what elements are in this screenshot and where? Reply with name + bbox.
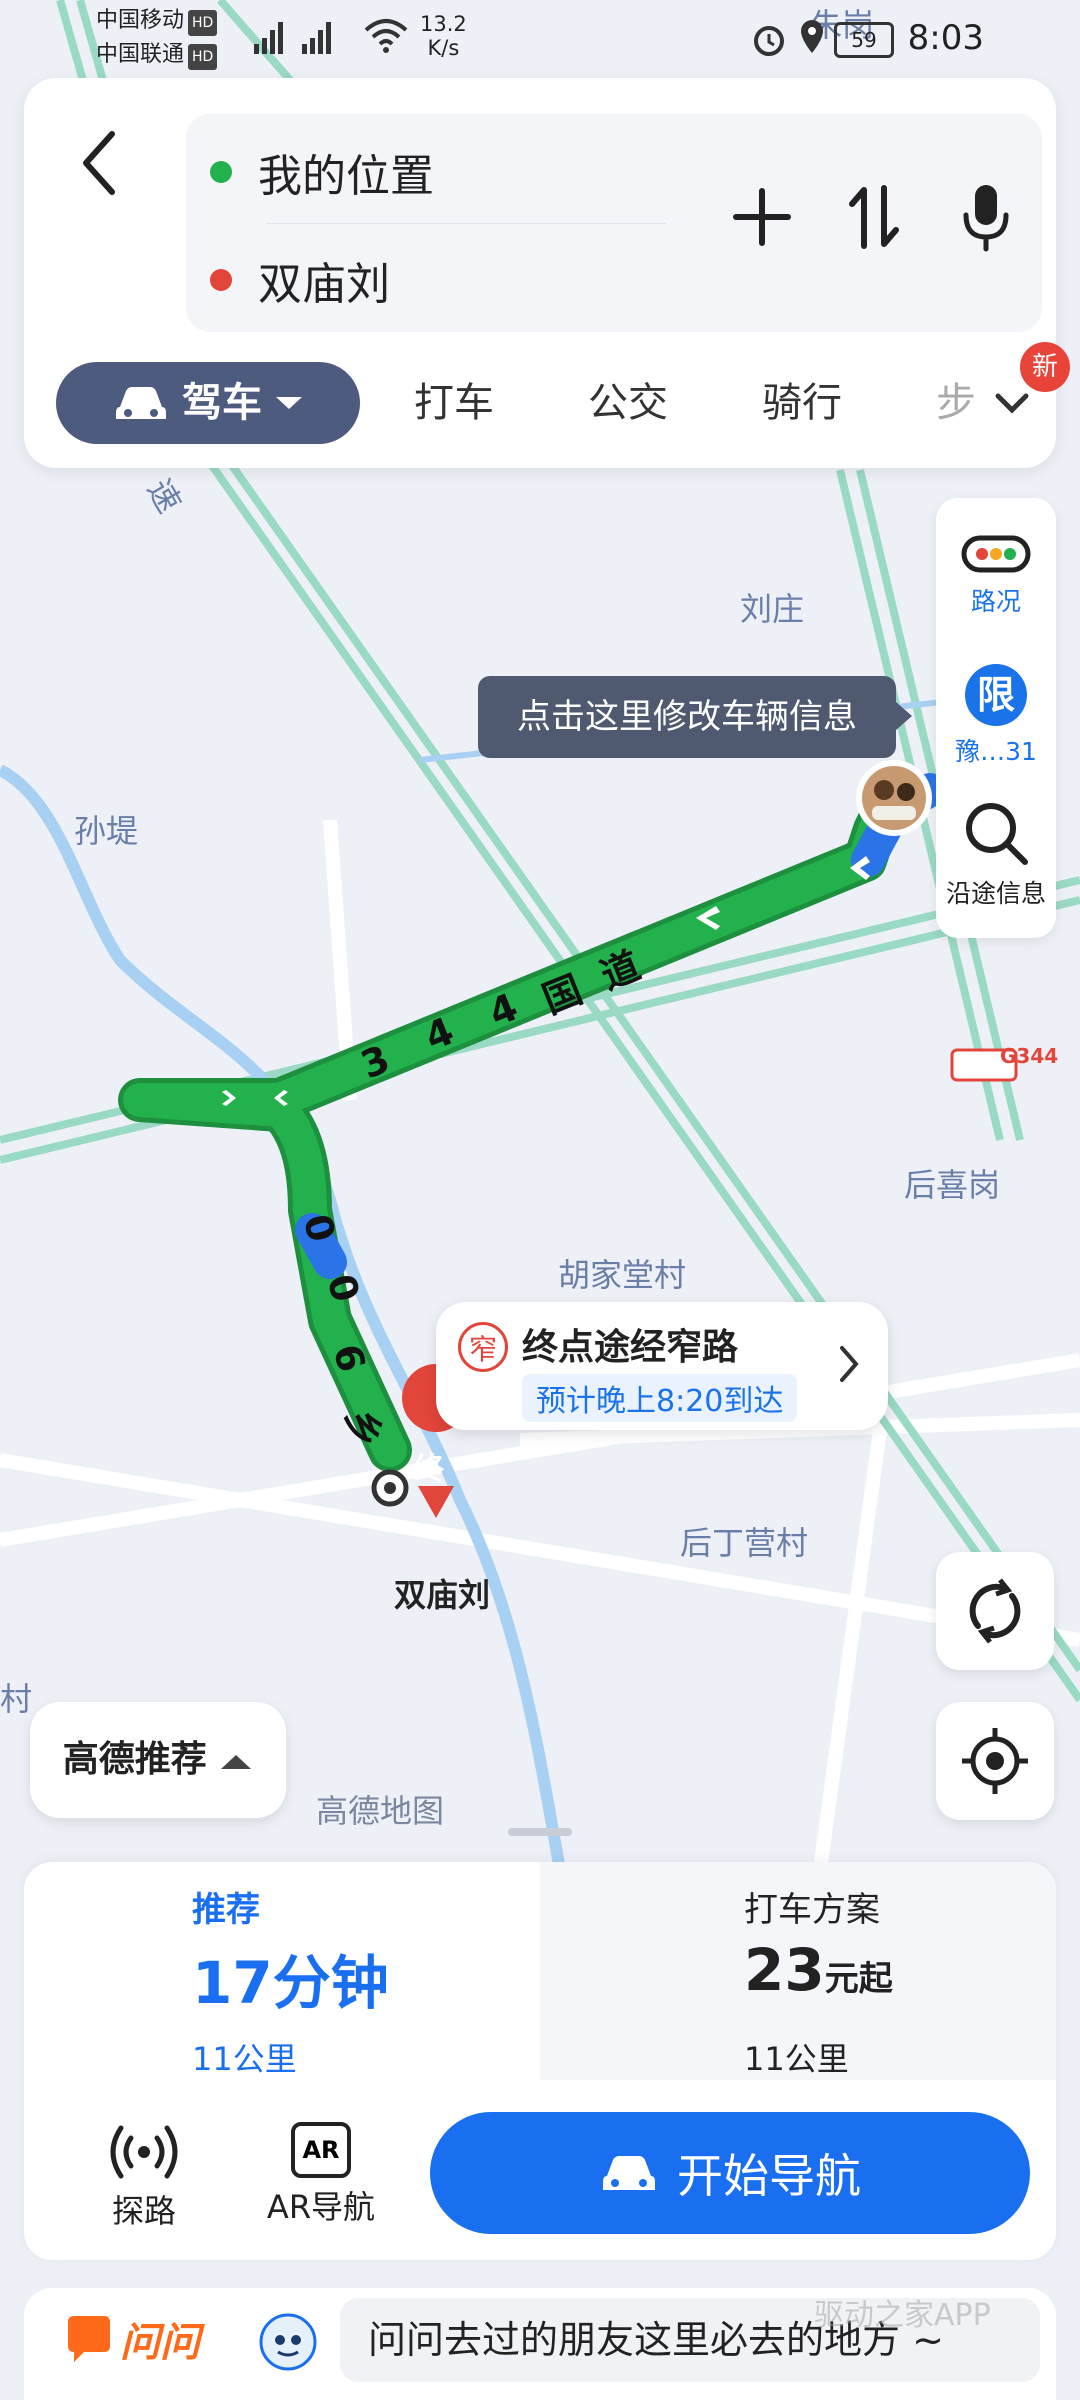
ar-nav-label: AR导航 xyxy=(266,2188,376,2226)
car-icon xyxy=(603,2156,655,2190)
source-watermark: 驱动之家APP xyxy=(814,2298,991,2333)
destination-field[interactable]: 双庙刘 xyxy=(210,240,390,320)
chevron-down-icon xyxy=(995,393,1029,414)
route-actions xyxy=(726,174,1022,260)
ask-bar[interactable]: 问问 问问去过的朋友这里必去的地方 ~ 驱动之家APP xyxy=(24,2288,1056,2400)
option-recommended[interactable]: 推荐 17分钟 11公里 xyxy=(24,1862,540,2080)
traffic-toggle[interactable]: 路况 xyxy=(936,532,1056,618)
route-options-panel: 推荐 17分钟 11公里 打车方案 23元起 11公里 探路 AR AR导航 开… xyxy=(24,1862,1056,2260)
transport-mode-tabs: 驾车 打车 公交 骑行 步 新 xyxy=(56,342,1070,444)
map-tool-column: 路况 限 豫…31 沿途信息 xyxy=(936,498,1056,938)
destination-warning-title: 终点途经窄路 xyxy=(522,1327,739,1368)
swap-icon xyxy=(849,185,899,249)
net-speed: 13.2 K/s xyxy=(420,12,467,60)
ask-logo: 问问 xyxy=(120,2320,200,2366)
tab-transit[interactable]: 公交 xyxy=(588,362,668,444)
option-recommended-label: 推荐 xyxy=(192,1890,260,1930)
option-taxi[interactable]: 打车方案 23元起 11公里 xyxy=(540,1862,1056,2080)
restriction-button[interactable]: 限 豫…31 xyxy=(936,664,1056,768)
signal-icon xyxy=(254,22,331,54)
ar-navigation-button[interactable]: AR AR导航 xyxy=(246,2122,396,2228)
option-recommended-distance: 11公里 xyxy=(192,2040,297,2078)
map-watermark: 高德地图 xyxy=(316,1792,445,1830)
end-marker-label: 终 xyxy=(414,1452,444,1487)
destination-warning-card[interactable]: 窄 终点途经窄路 预计晚上8:20到达 xyxy=(436,1302,888,1430)
along-route-info-button[interactable]: 沿途信息 xyxy=(936,798,1056,910)
field-divider xyxy=(266,223,666,224)
option-recommended-time: 17分钟 xyxy=(192,1949,389,2017)
plus-icon xyxy=(733,188,791,246)
explore-route-button[interactable]: 探路 xyxy=(94,2122,194,2232)
option-taxi-price: 23元起 xyxy=(744,1936,893,2004)
option-taxi-label: 打车方案 xyxy=(744,1890,880,1930)
voice-input-button[interactable] xyxy=(950,174,1022,260)
map-label-houxigang: 后喜岗 xyxy=(904,1166,1001,1204)
status-bar: 中国移动 HD 中国联通 HD 13.2 K/s 59 8:03 xyxy=(0,0,1080,78)
battery-indicator: 59 xyxy=(834,22,894,58)
origin-field[interactable]: 我的位置 xyxy=(210,132,434,212)
carrier-2: 中国联通 HD xyxy=(96,42,218,70)
map-label-houdingying: 后丁营村 xyxy=(680,1524,809,1562)
route-inputs: 我的位置 双庙刘 xyxy=(186,114,1042,332)
explore-label: 探路 xyxy=(111,2192,176,2230)
destination-text: 双庙刘 xyxy=(258,259,390,310)
ar-icon: AR xyxy=(291,2122,351,2178)
wifi-icon xyxy=(364,19,408,53)
restriction-label: 豫…31 xyxy=(955,737,1037,766)
question-chat-icon xyxy=(68,2316,110,2362)
start-navigation-button[interactable]: 开始导航 xyxy=(430,2112,1030,2234)
destination-dot-icon xyxy=(210,269,232,291)
status-time: 8:03 xyxy=(907,18,984,58)
chevron-right-icon xyxy=(840,1346,859,1382)
map-label-sundi: 孙堤 xyxy=(74,812,139,850)
tab-taxi[interactable]: 打车 xyxy=(414,362,494,444)
add-waypoint-button[interactable] xyxy=(726,174,798,260)
origin-text: 我的位置 xyxy=(258,151,434,202)
back-arrow-icon xyxy=(83,131,115,195)
origin-dot-icon xyxy=(210,161,232,183)
carrier-1: 中国移动 HD xyxy=(96,8,218,36)
car-icon xyxy=(116,387,166,419)
broadcast-icon xyxy=(110,2125,178,2179)
refresh-icon xyxy=(969,1578,1021,1644)
narrow-road-badge: 窄 xyxy=(458,1322,508,1372)
tab-cycling[interactable]: 骑行 xyxy=(762,362,842,444)
caret-down-icon xyxy=(276,397,302,409)
microphone-icon xyxy=(963,185,1009,252)
estimated-arrival: 预计晚上8:20到达 xyxy=(522,1374,798,1422)
mascot-avatar-icon xyxy=(259,2313,317,2371)
locate-me-button[interactable] xyxy=(936,1702,1054,1820)
option-taxi-distance: 11公里 xyxy=(744,2040,849,2078)
more-modes-button[interactable] xyxy=(990,380,1034,428)
back-button[interactable] xyxy=(68,120,138,206)
g344-shield-label: G344 xyxy=(1000,1044,1059,1068)
map-label-hujiatang: 胡家堂村 xyxy=(558,1256,687,1294)
traffic-label: 路况 xyxy=(970,587,1021,616)
locate-icon xyxy=(962,1728,1028,1794)
route-preference-label: 高德推荐 xyxy=(62,1739,207,1780)
refresh-route-button[interactable] xyxy=(936,1552,1054,1670)
route-search-card: 我的位置 双庙刘 驾车 打车 公交 骑行 步 新 xyxy=(24,78,1070,468)
tab-walk[interactable]: 步 xyxy=(936,362,976,444)
caret-up-icon xyxy=(221,1755,252,1769)
vehicle-info-tooltip[interactable]: 点击这里修改车辆信息 xyxy=(478,676,912,758)
tab-drive-label: 驾车 xyxy=(182,380,262,426)
tab-drive[interactable]: 驾车 xyxy=(56,362,360,444)
map-label-cun: 村 xyxy=(0,1680,33,1718)
new-badge: 新 xyxy=(1020,342,1070,392)
restriction-badge: 限 xyxy=(965,664,1027,726)
drag-handle[interactable] xyxy=(508,1828,572,1836)
start-navigation-label: 开始导航 xyxy=(677,2149,861,2203)
search-icon xyxy=(966,803,1028,865)
route-preference-pill[interactable]: 高德推荐 xyxy=(30,1702,286,1818)
alarm-icon xyxy=(754,26,784,56)
traffic-light-icon xyxy=(961,535,1031,573)
swap-route-button[interactable] xyxy=(838,174,910,260)
along-route-label: 沿途信息 xyxy=(945,879,1046,908)
map-label-liuzhuang: 刘庄 xyxy=(740,590,805,628)
location-status-icon xyxy=(801,20,823,53)
map-label-destination: 双庙刘 xyxy=(394,1576,491,1614)
